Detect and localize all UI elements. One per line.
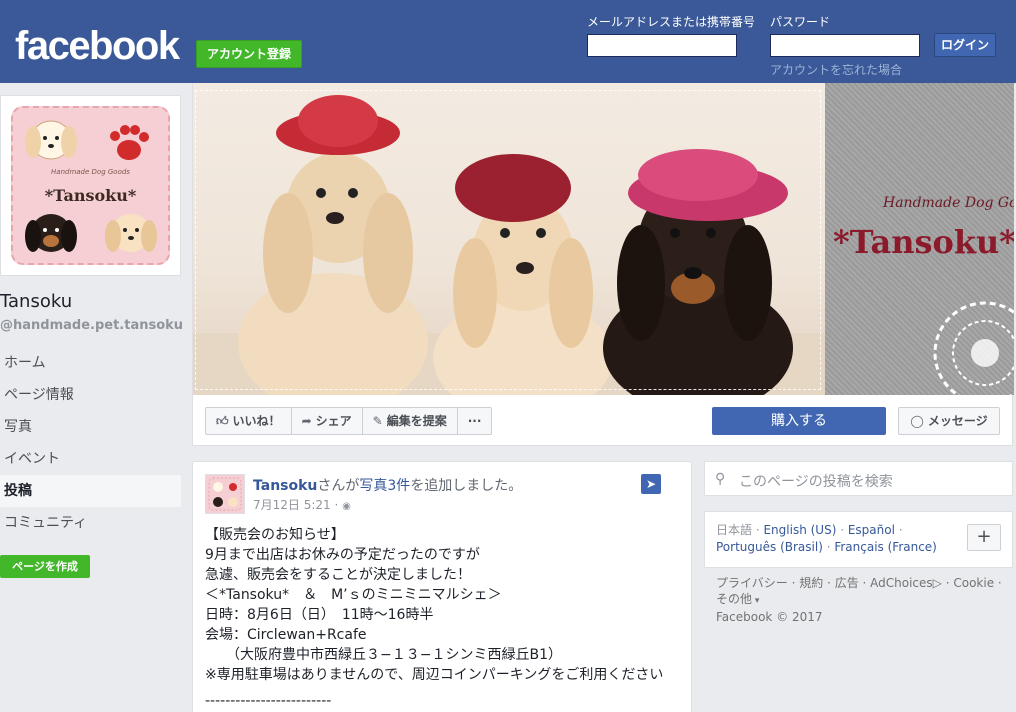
cover-section: Handmade Dog Goods *Tansoku* 👍︎いいね！ ➦シェア… bbox=[192, 83, 1014, 446]
login-button[interactable]: ログイン bbox=[934, 33, 996, 57]
page-nav: ホーム ページ情報 写真 イベント 投稿 コミュニティ bbox=[0, 347, 181, 539]
footer-more-link[interactable]: その他 bbox=[716, 592, 752, 606]
language-option[interactable]: Français (France) bbox=[834, 540, 937, 554]
facebook-logo[interactable]: facebook bbox=[15, 22, 180, 70]
post-line: 急遽、販売会をすることが決定しました！ bbox=[205, 567, 471, 583]
top-bar: facebook アカウント登録 メールアドレスまたは携帯番号 パスワード ログ… bbox=[0, 0, 1016, 83]
search-placeholder: このページの投稿を検索 bbox=[739, 474, 893, 490]
pin-icon[interactable]: ➤ bbox=[641, 474, 661, 494]
forgot-account-link[interactable]: アカウントを忘れた場合 bbox=[770, 61, 902, 78]
post-author-avatar[interactable] bbox=[205, 474, 245, 514]
language-selector: 日本語 · English (US) · Español · Português… bbox=[704, 511, 1013, 568]
footer-link-ads[interactable]: 広告 bbox=[835, 576, 859, 590]
footer-link-cookie[interactable]: Cookie bbox=[953, 576, 994, 590]
post-photos-link[interactable]: 写真3件 bbox=[359, 478, 410, 494]
language-list: 日本語 · English (US) · Español · Português… bbox=[716, 523, 937, 554]
cover-photo[interactable]: Handmade Dog Goods *Tansoku* bbox=[193, 83, 1014, 395]
cover-dogs-photo bbox=[193, 83, 825, 395]
post-line: ------------------------- bbox=[205, 693, 332, 709]
post-verb-2: を追加しました。 bbox=[410, 478, 523, 494]
post-card: Tansokuさんが写真3件を追加しました。 7月12日 5:21 · ◉ ➤ … bbox=[192, 461, 692, 712]
adchoices-icon: ▷ bbox=[932, 576, 942, 590]
post-time-text[interactable]: 7月12日 5:21 · bbox=[253, 498, 342, 512]
message-label: メッセージ bbox=[927, 414, 988, 428]
post-line: 9月まで出店はお休みの予定だったのですが bbox=[205, 547, 480, 563]
post-line: 【販売会のお知らせ】 bbox=[205, 527, 345, 543]
profile-logo-title: *Tansoku* bbox=[44, 186, 137, 205]
post-line: 日時：8月6日（日） 11時〜16時半 bbox=[205, 607, 434, 623]
post-author-link[interactable]: Tansoku bbox=[253, 478, 317, 494]
nav-item-photos[interactable]: 写真 bbox=[0, 411, 181, 443]
thumbs-up-icon: 👍︎ bbox=[216, 414, 229, 428]
language-option[interactable]: Português (Brasil) bbox=[716, 540, 823, 554]
signup-button[interactable]: アカウント登録 bbox=[196, 40, 302, 68]
message-button[interactable]: ◯ メッセージ bbox=[898, 407, 1000, 435]
post-timestamp: 7月12日 5:21 · ◉ bbox=[253, 496, 351, 513]
post-header: Tansokuさんが写真3件を追加しました。 bbox=[253, 475, 522, 495]
nav-item-community[interactable]: コミュニティ bbox=[0, 507, 181, 539]
buy-button[interactable]: 購入する bbox=[712, 407, 886, 435]
chevron-down-icon: ▾ bbox=[752, 596, 760, 606]
nav-item-home[interactable]: ホーム bbox=[0, 347, 181, 379]
language-option[interactable]: Español bbox=[848, 523, 895, 537]
profile-logo-card: Handmade Dog Goods *Tansoku* bbox=[11, 106, 170, 265]
footer-link-terms[interactable]: 規約 bbox=[799, 576, 823, 590]
page-action-bar: 👍︎ いいね！ ➦ シェア ✎ 編集を提案 ··· bbox=[205, 407, 493, 435]
page-name[interactable]: Tansoku bbox=[0, 291, 72, 312]
add-language-button[interactable]: + bbox=[967, 524, 1001, 551]
like-label: いいね！ bbox=[232, 414, 281, 428]
email-field[interactable] bbox=[587, 34, 737, 57]
nav-item-events[interactable]: イベント bbox=[0, 443, 181, 475]
share-label: シェア bbox=[315, 414, 352, 428]
globe-icon: ◉ bbox=[342, 501, 351, 512]
page-handle[interactable]: @handmade.pet.tansoku bbox=[0, 318, 183, 333]
post-verb-1: さんが bbox=[317, 478, 360, 494]
cover-dashed-frame bbox=[195, 90, 821, 390]
post-line: （大阪府豊中市西緑丘３−１３−１シンミ西緑丘B1） bbox=[205, 647, 562, 663]
profile-picture[interactable]: Handmade Dog Goods *Tansoku* bbox=[0, 95, 181, 276]
cover-brand-subtitle: Handmade Dog Goods bbox=[883, 195, 1014, 211]
nav-item-posts[interactable]: 投稿 bbox=[0, 475, 181, 507]
post-body: 【販売会のお知らせ】 9月まで出店はお休みの予定だったのですが 急遽、販売会をするこ… bbox=[205, 525, 663, 711]
page-search-input[interactable]: ⚲ このページの投稿を検索 bbox=[704, 461, 1013, 496]
password-field[interactable] bbox=[770, 34, 920, 57]
avatar-logo-icon bbox=[208, 477, 242, 511]
share-button[interactable]: ➦ シェア bbox=[292, 408, 363, 434]
profile-logo-subtitle: Handmade Dog Goods bbox=[51, 168, 130, 176]
more-options-button[interactable]: ··· bbox=[458, 408, 492, 434]
footer-links: プライバシー · 規約 · 広告 · AdChoices▷ · Cookie ·… bbox=[716, 576, 1002, 624]
footer-link-adchoices[interactable]: AdChoices bbox=[870, 576, 933, 590]
post-line: ※専用駐車場はありませんので、周辺コインパーキングをご利用ください bbox=[205, 667, 664, 683]
pencil-icon: ✎ bbox=[372, 414, 383, 428]
nav-item-about[interactable]: ページ情報 bbox=[0, 379, 181, 411]
share-arrow-icon: ➦ bbox=[301, 414, 312, 428]
footer-copyright: Facebook © 2017 bbox=[716, 610, 823, 624]
post-line: 会場：Circlewan+Rcafe bbox=[205, 627, 367, 643]
password-label: パスワード bbox=[770, 15, 831, 29]
email-label: メールアドレスまたは携帯番号 bbox=[587, 15, 756, 29]
search-icon: ⚲ bbox=[715, 471, 726, 487]
footer-link-privacy[interactable]: プライバシー bbox=[716, 576, 788, 590]
suggest-edit-label: 編集を提案 bbox=[386, 414, 447, 428]
cover-brand-title: *Tansoku* bbox=[833, 223, 1014, 261]
messenger-icon: ◯ bbox=[910, 414, 924, 428]
language-current: 日本語 bbox=[716, 523, 753, 537]
suggest-edit-button[interactable]: ✎ 編集を提案 bbox=[363, 408, 458, 434]
like-button[interactable]: 👍︎ いいね！ bbox=[206, 408, 292, 434]
post-line: ＜*Tansoku* ＆ M’ｓのミニミニマルシェ＞ bbox=[205, 587, 502, 603]
create-page-button[interactable]: ページを作成 bbox=[0, 555, 90, 578]
language-option[interactable]: English (US) bbox=[763, 523, 836, 537]
